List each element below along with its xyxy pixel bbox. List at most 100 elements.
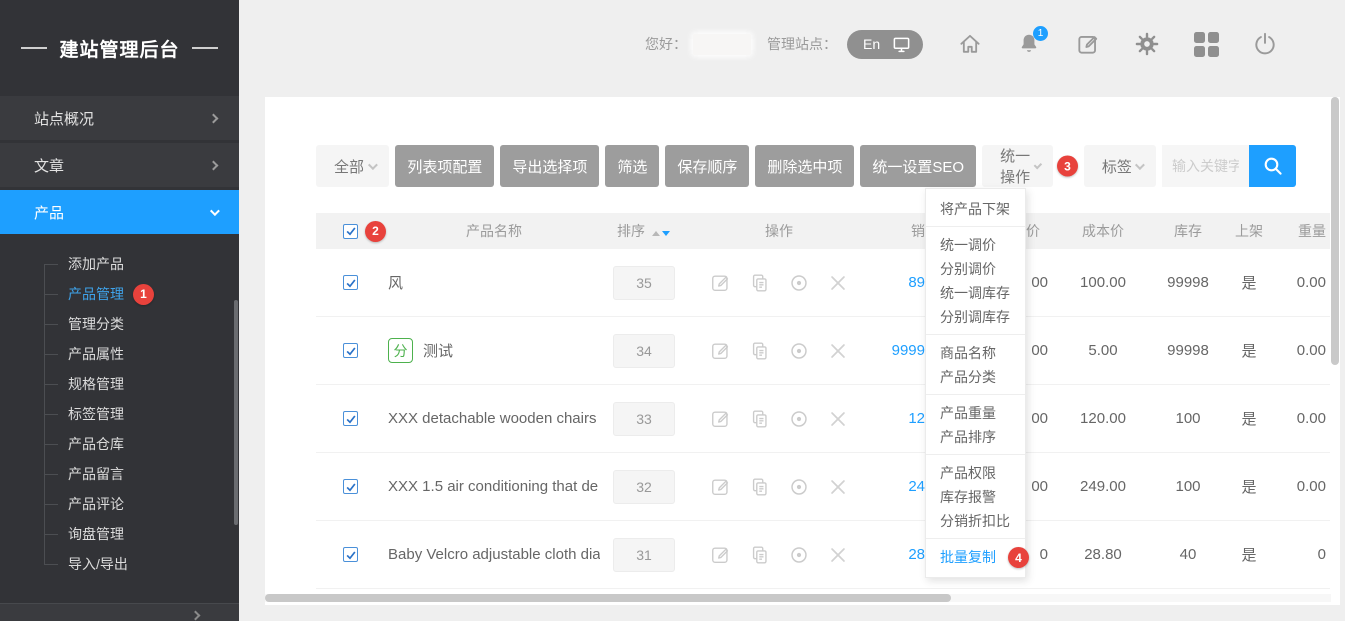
- row-checkbox[interactable]: [343, 343, 358, 358]
- sidebar-item[interactable]: 站点概况: [0, 96, 239, 140]
- sidebar-item[interactable]: 产品: [0, 190, 239, 234]
- sidebar-scrollbar-thumb[interactable]: [234, 300, 238, 525]
- menu-item[interactable]: 产品权限: [926, 461, 1025, 485]
- delete-x-icon[interactable]: [827, 340, 849, 362]
- product-submenu: 添加产品 产品管理 1 管理分类 产品属性 规格管理: [0, 237, 239, 585]
- manage-site-label: 管理站点：: [767, 34, 837, 54]
- product-table: 2 产品名称 排序 操作 销量 价 成本价 库存 上架 重量: [316, 213, 1330, 589]
- sort-order-input[interactable]: 32: [613, 470, 675, 504]
- toolbar-button[interactable]: 统一设置SEO: [860, 145, 976, 187]
- sidebar-item[interactable]: 文章: [0, 143, 239, 187]
- sidebar-subitem[interactable]: 导入/导出: [0, 549, 239, 579]
- menu-item[interactable]: 产品分类: [926, 365, 1025, 389]
- tag-filter-dropdown[interactable]: 标签: [1084, 145, 1156, 187]
- sidebar-subitem[interactable]: 产品评论: [0, 489, 239, 519]
- product-name: XXX 1.5 air conditioning that de: [388, 478, 598, 495]
- sidebar-subitem-label: 产品管理: [68, 284, 124, 304]
- home-icon[interactable]: [957, 31, 983, 57]
- menu-item[interactable]: 将产品下架: [926, 197, 1025, 221]
- toolbar-button[interactable]: 筛选: [605, 145, 659, 187]
- preview-eye-icon[interactable]: [788, 544, 810, 566]
- sidebar-next-section[interactable]: [0, 603, 239, 621]
- toolbar-button[interactable]: 导出选择项: [500, 145, 599, 187]
- sort-asc-caret[interactable]: [652, 231, 660, 236]
- menu-item[interactable]: 分别调库存: [926, 305, 1025, 329]
- copy-icon[interactable]: [749, 340, 771, 362]
- sort-order-input[interactable]: 31: [613, 538, 675, 572]
- delete-x-icon[interactable]: [827, 476, 849, 498]
- row-checkbox[interactable]: [343, 411, 358, 426]
- delete-x-icon[interactable]: [827, 544, 849, 566]
- preview-eye-icon[interactable]: [788, 408, 810, 430]
- toolbar-button[interactable]: 删除选中项: [755, 145, 854, 187]
- menu-item-label: 商品名称: [940, 345, 996, 361]
- menu-item[interactable]: 统一调库存: [926, 281, 1025, 305]
- sidebar-subitem[interactable]: 规格管理: [0, 369, 239, 399]
- header-product-name: 产品名称: [388, 221, 600, 241]
- menu-item-wrap: 产品权限: [926, 454, 1025, 485]
- language-switch[interactable]: En: [847, 30, 923, 59]
- toolbar-button[interactable]: 列表项配置: [395, 145, 494, 187]
- logout-power-icon[interactable]: [1252, 31, 1278, 57]
- sidebar-subitem[interactable]: 产品仓库: [0, 429, 239, 459]
- table-row: 分 测试 34: [316, 317, 1330, 385]
- edit-icon[interactable]: [710, 272, 732, 294]
- sort-order-input[interactable]: 35: [613, 266, 675, 300]
- cost-price-value: 5.00: [1048, 342, 1158, 359]
- delete-x-icon[interactable]: [827, 272, 849, 294]
- sidebar-subitem[interactable]: 添加产品: [0, 249, 239, 279]
- search-button[interactable]: [1249, 145, 1296, 187]
- copy-icon[interactable]: [749, 272, 771, 294]
- menu-item[interactable]: 产品重量: [926, 401, 1025, 425]
- settings-gear-icon[interactable]: [1134, 31, 1160, 57]
- sidebar-subitem-label: 管理分类: [68, 314, 124, 334]
- sort-desc-caret[interactable]: [662, 231, 670, 236]
- sort-order-input[interactable]: 34: [613, 334, 675, 368]
- batch-operation-dropdown[interactable]: 统一操作 3: [982, 145, 1053, 187]
- copy-icon[interactable]: [749, 476, 771, 498]
- edit-icon[interactable]: [710, 476, 732, 498]
- sort-carets[interactable]: [651, 223, 671, 239]
- row-checkbox[interactable]: [343, 479, 358, 494]
- preview-eye-icon[interactable]: [788, 476, 810, 498]
- filter-all-select[interactable]: 全部: [316, 145, 389, 187]
- header-sort[interactable]: 排序: [600, 221, 688, 241]
- menu-item[interactable]: 产品排序: [926, 425, 1025, 449]
- menu-item[interactable]: 商品名称: [926, 341, 1025, 365]
- horizontal-scrollbar[interactable]: [265, 594, 1331, 602]
- apps-grid-icon[interactable]: [1193, 31, 1219, 57]
- menu-item[interactable]: 批量复制 4: [926, 545, 1025, 569]
- menu-item-label: 分别调库存: [940, 309, 1010, 325]
- title-dash: [192, 47, 218, 49]
- preview-eye-icon[interactable]: [788, 272, 810, 294]
- sidebar-subitem[interactable]: 标签管理: [0, 399, 239, 429]
- sidebar-subitem[interactable]: 询盘管理: [0, 519, 239, 549]
- sidebar-subitem[interactable]: 管理分类: [0, 309, 239, 339]
- annotation-badge-4: 4: [1008, 547, 1029, 568]
- copy-icon[interactable]: [749, 408, 771, 430]
- menu-item[interactable]: 统一调价: [926, 233, 1025, 257]
- menu-divider: [926, 454, 1025, 455]
- horizontal-scrollbar-thumb[interactable]: [265, 594, 951, 602]
- sidebar-subitem[interactable]: 产品留言: [0, 459, 239, 489]
- edit-icon[interactable]: [1075, 31, 1101, 57]
- copy-icon[interactable]: [749, 544, 771, 566]
- select-all-checkbox[interactable]: [343, 224, 358, 239]
- sidebar-subitem[interactable]: 产品管理 1: [0, 279, 239, 309]
- edit-icon[interactable]: [710, 408, 732, 430]
- delete-x-icon[interactable]: [827, 408, 849, 430]
- menu-item[interactable]: 库存报警: [926, 485, 1025, 509]
- vertical-scrollbar-thumb[interactable]: [1331, 97, 1339, 365]
- menu-item[interactable]: 分销折扣比: [926, 509, 1025, 533]
- notifications-bell-icon[interactable]: 1: [1016, 31, 1042, 57]
- sort-order-input[interactable]: 33: [613, 402, 675, 436]
- search-input[interactable]: [1162, 145, 1249, 187]
- preview-eye-icon[interactable]: [788, 340, 810, 362]
- edit-icon[interactable]: [710, 340, 732, 362]
- sidebar-subitem[interactable]: 产品属性: [0, 339, 239, 369]
- row-checkbox[interactable]: [343, 547, 358, 562]
- menu-item[interactable]: 分别调价: [926, 257, 1025, 281]
- toolbar-button[interactable]: 保存顺序: [665, 145, 749, 187]
- edit-icon[interactable]: [710, 544, 732, 566]
- row-checkbox[interactable]: [343, 275, 358, 290]
